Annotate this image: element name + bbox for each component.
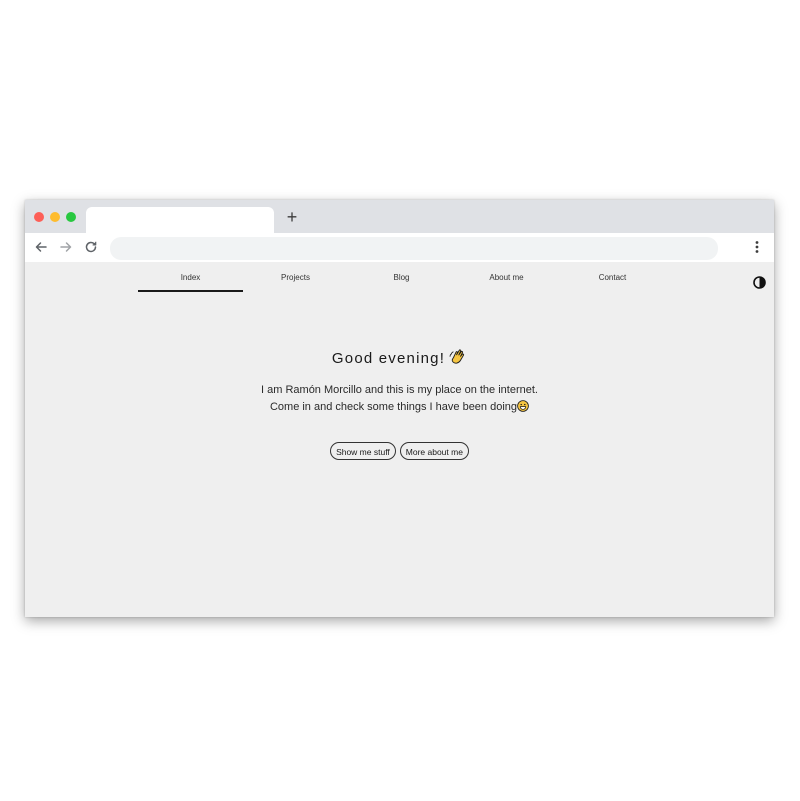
grinning-face-icon (517, 400, 529, 418)
forward-arrow-icon[interactable] (58, 239, 74, 255)
cta-buttons: Show me stuff More about me (25, 442, 774, 460)
browser-titlebar: + (25, 200, 774, 233)
greeting-heading: Good evening! (25, 348, 774, 370)
nav-item-contact[interactable]: Contact (560, 268, 665, 292)
intro-line-2-text: Come in and check some things I have bee… (269, 401, 518, 413)
intro-text: I am Ramón Morcillo and this is my place… (25, 382, 774, 418)
intro-line-1: I am Ramón Morcillo and this is my place… (261, 384, 538, 396)
show-me-stuff-button[interactable]: Show me stuff (330, 442, 396, 460)
minimize-window-button[interactable] (50, 212, 60, 222)
address-bar[interactable] (110, 237, 718, 260)
waving-hand-icon (449, 348, 467, 370)
new-tab-button[interactable]: + (284, 208, 300, 226)
browser-toolbar (25, 233, 774, 263)
site-nav: Index Projects Blog About me Contact (138, 268, 666, 292)
close-window-button[interactable] (34, 212, 44, 222)
browser-window: + Index Projects Blog About me Contact G… (25, 200, 774, 617)
page-content: Index Projects Blog About me Contact Goo… (25, 262, 774, 617)
more-menu-icon[interactable] (752, 239, 762, 255)
reload-icon[interactable] (83, 239, 99, 255)
maximize-window-button[interactable] (66, 212, 76, 222)
greeting-text: Good evening! (331, 350, 446, 367)
intro-line-2: Come in and check some things I have bee… (25, 399, 774, 418)
back-arrow-icon[interactable] (33, 239, 49, 255)
browser-tab[interactable] (86, 207, 274, 233)
contrast-icon[interactable] (753, 276, 766, 289)
nav-item-blog[interactable]: Blog (349, 268, 454, 292)
nav-item-index[interactable]: Index (138, 268, 243, 292)
nav-item-about-me[interactable]: About me (454, 268, 559, 292)
more-about-me-button[interactable]: More about me (399, 442, 469, 460)
nav-item-projects[interactable]: Projects (243, 268, 348, 292)
